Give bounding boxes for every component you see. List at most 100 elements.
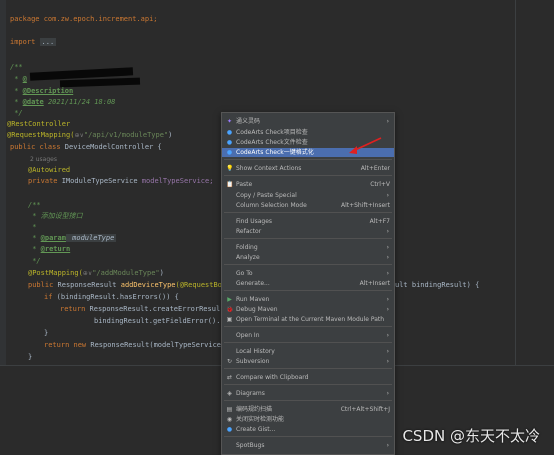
menu-item-icon: ◉ [226,416,233,423]
menu-item-label: Folding [236,244,258,251]
menu-item-label: SpotBugs [236,442,265,449]
menu-item-icon: ● [226,129,233,136]
if-close-brace: } [44,329,49,337]
code-line-method-sig[interactable]: public ResponseResult addDeviceType(@Req… [28,279,222,291]
code-line-if-close[interactable]: } [44,327,48,339]
code-line-doc-open[interactable]: /** [10,61,23,73]
menu-item[interactable]: Column Selection Mode Alt+Shift+Insert [222,201,394,210]
code-line-method-sig-tail[interactable]: ult bindingResult) { [395,279,479,291]
return-keyword: return [60,305,90,313]
menu-item-label: CodeArts Check项目检查 [236,129,308,136]
menu-item-icon [226,280,233,287]
menu-item[interactable]: SpotBugs › [222,441,394,450]
final-return-expression: ResponseResult(modelTypeService [90,341,222,349]
endpoint-hint-icon[interactable]: ⊕∨ [74,132,83,139]
menu-item-label: CodeArts Check文件检查 [236,139,308,146]
menu-item-label: Local History [236,348,275,355]
code-line-import[interactable]: import ... [10,36,57,48]
menu-item-label: Show Context Actions [236,165,302,172]
if-keyword: if [44,293,57,301]
menu-item[interactable]: ▶ Run Maven › [222,295,394,304]
menu-item[interactable]: ◉ 关闭实时检测功能 [222,415,394,424]
editor-scrollbar[interactable] [546,0,552,365]
class-name: DeviceModelController { [64,143,162,151]
code-line-doc-author[interactable]: * @ [10,73,27,85]
menu-item-label: Create Gist... [236,426,276,433]
submenu-arrow-icon: › [386,358,389,365]
menu-item[interactable]: ↻ Subversion › [222,357,394,366]
import-fold-marker[interactable]: ... [39,38,57,46]
method-params: (@RequestBo [175,281,222,289]
menu-item-shortcut: Ctrl+Alt+Shift+J [340,406,390,413]
usages-count[interactable]: 2 usages [30,156,57,163]
code-line-package[interactable]: package com.zw.epoch.increment.api; [10,13,158,25]
menu-item[interactable]: ✦ 通义灵码 › [222,117,394,126]
code-line-request-mapping[interactable]: @RequestMapping(⊕∨"/api/v1/moduleType") [7,129,172,141]
code-line-doc-date[interactable]: * @date 2021/11/24 18:08 [10,96,115,108]
code-line-method-close[interactable]: } [28,351,32,363]
menu-item-icon: ● [226,149,233,156]
menu-item[interactable]: ⇄ Compare with Clipboard [222,373,394,382]
menu-item[interactable]: Go To › [222,269,394,278]
menu-item-label: Subversion [236,358,270,365]
code-line-method-doc-close[interactable]: */ [28,255,41,267]
method-doc-close: */ [28,257,41,265]
submenu-arrow-icon: › [386,244,389,251]
menu-item-label: 通义灵码 [236,118,261,125]
menu-item[interactable]: ◈ Diagrams › [222,389,394,398]
code-line-method-doc-return[interactable]: * @return [28,243,70,255]
menu-item[interactable]: Refactor › [222,227,394,236]
menu-item[interactable]: 🐞 Debug Maven › [222,305,394,314]
menu-item-icon: 📋 [226,181,234,188]
menu-item[interactable]: Local History › [222,347,394,356]
method-doc-blank: * [28,223,37,231]
menu-item[interactable]: ● Create Gist... [222,425,394,434]
doc-date-tag: @date [22,98,44,106]
menu-item-label: Generate... [236,280,270,287]
menu-item-icon: ▶ [227,296,232,303]
submenu-arrow-icon: › [386,118,389,125]
menu-item[interactable]: Analyze › [222,253,394,262]
context-menu: ✦ 通义灵码 › ● CodeArts Check项目检查 ● CodeArts Check… [221,112,395,455]
menu-item-label: 关闭实时检测功能 [236,416,285,423]
post-mapping-path: "/addModuleType" [92,269,160,277]
code-line-if[interactable]: if (bindingResult.hasErrors()) { [44,291,179,303]
menu-item[interactable]: Copy / Paste Special › [222,191,394,200]
code-line-field[interactable]: private IModuleTypeService modelTypeServ… [28,175,213,187]
menu-separator [224,159,392,160]
menu-item[interactable]: Open In › [222,331,394,340]
menu-separator [224,175,392,176]
menu-item-label: Open Terminal at the Current Maven Modul… [236,316,385,323]
request-mapping-annotation: @RequestMapping( [7,131,75,139]
menu-item-icon: ⇄ [226,374,233,381]
doc-return-tag: @return [40,245,71,253]
return-continuation: bindingResult.getFieldError(). [94,317,221,325]
method-doc-open: /** [28,201,41,209]
code-line-class-decl[interactable]: public class DeviceModelController { [10,141,162,153]
private-keyword: private [28,177,62,185]
code-line-return-cont[interactable]: bindingResult.getFieldError(). [94,315,220,327]
doc-author-tag: @ [22,75,27,83]
code-line-final-return[interactable]: return new ResponseResult(modelTypeServi… [44,339,221,351]
menu-item-label: Refactor [236,228,262,235]
menu-item[interactable]: Generate... Alt+Insert [222,279,394,288]
menu-item[interactable]: Folding › [222,243,394,252]
menu-item[interactable]: ▤ 编码规约扫描 Ctrl+Alt+Shift+J [222,405,394,414]
menu-item-label: Compare with Clipboard [236,374,309,381]
code-line-return-error[interactable]: return ResponseResult.createErrorResul [60,303,220,315]
import-keyword: import [10,38,36,46]
menu-separator [224,290,392,291]
code-line-post-mapping[interactable]: @PostMapping(⊕∨"/addModuleType") [28,267,164,279]
menu-item-label: Diagrams [236,390,265,397]
menu-item[interactable]: ▣ Open Terminal at the Current Maven Modu… [222,315,394,324]
menu-item-shortcut: Ctrl+V [370,181,390,188]
menu-item-icon [226,202,233,209]
menu-item-icon: ▤ [226,406,233,413]
submenu-arrow-icon: › [386,306,389,313]
menu-item[interactable]: Find Usages Alt+F7 [222,217,394,226]
editor-gutter[interactable] [0,0,6,365]
submenu-arrow-icon: › [386,332,389,339]
endpoint-hint-icon[interactable]: ⊕∨ [83,270,92,277]
menu-item[interactable]: 📋 Paste Ctrl+V [222,180,394,189]
menu-item[interactable]: 💡 Show Context Actions Alt+Enter [222,164,394,173]
